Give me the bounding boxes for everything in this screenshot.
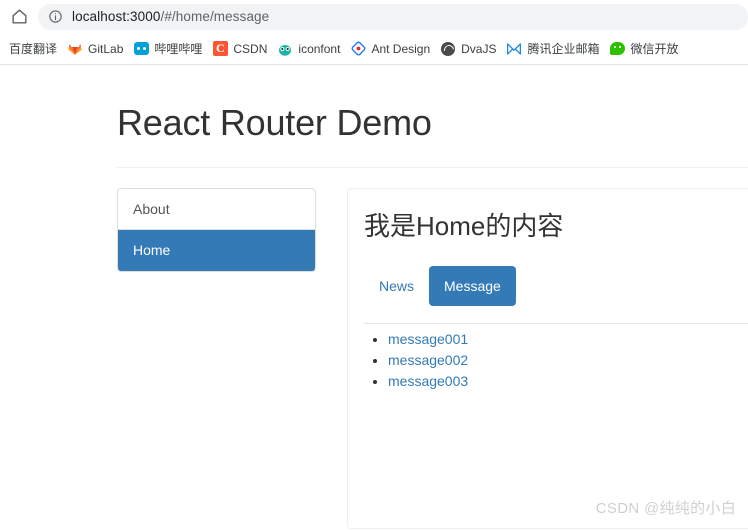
page-title: React Router Demo [117,102,432,143]
csdn-icon: C [212,41,228,57]
iconfont-icon [277,41,293,57]
sidebar-nav: About Home [117,188,316,272]
bookmark-ant-design[interactable]: Ant Design [345,37,435,60]
bookmark-label: 腾讯企业邮箱 [527,42,600,56]
list-divider [364,323,748,324]
tab-message[interactable]: Message [429,266,516,306]
sidebar-item-about[interactable]: About [118,189,315,230]
dvajs-icon [440,41,456,57]
tab-news[interactable]: News [364,266,429,306]
url-text: localhost:3000/#/home/message [72,9,269,24]
message-list: message001 message002 message003 [364,329,468,392]
tencent-exmail-icon [506,41,522,57]
url-host: localhost:3000 [72,9,161,24]
bookmark-csdn[interactable]: C CSDN [207,37,272,60]
bookmark-iconfont[interactable]: iconfont [272,37,345,60]
bookmark-label: 哔哩哔哩 [154,42,203,56]
message-link-003[interactable]: message003 [388,373,468,389]
title-divider [117,167,748,168]
content-panel: 我是Home的内容 News Message message001 messag… [347,188,748,529]
bookmark-label: CSDN [233,41,268,56]
ant-design-icon [350,41,366,57]
bookmark-dvajs[interactable]: DvaJS [435,37,501,60]
bookmark-tencent-exmail[interactable]: 腾讯企业邮箱 [501,37,604,60]
wechat-icon [610,41,626,57]
bookmarks-bar: 百度翻译 GitLab 哔哩哔哩 C CSDN iconfont Ant Des… [0,33,748,64]
address-bar[interactable]: localhost:3000/#/home/message [38,3,748,30]
home-icon[interactable] [6,4,32,30]
bookmark-label: 百度翻译 [9,42,58,56]
csdn-watermark: CSDN @纯纯的小白 [595,500,736,517]
list-item: message001 [388,329,468,350]
message-link-001[interactable]: message001 [388,331,468,347]
page-content: React Router Demo About Home 我是Home的内容 N… [0,65,748,530]
bookmark-label: DvaJS [461,41,497,56]
bookmark-bilibili[interactable]: 哔哩哔哩 [128,37,207,60]
bookmark-label: GitLab [88,41,124,56]
url-path: /#/home/message [160,9,270,24]
content-heading: 我是Home的内容 [364,211,564,241]
message-link-002[interactable]: message002 [388,352,468,368]
browser-chrome: localhost:3000/#/home/message 百度翻译 GitLa… [0,0,748,65]
sidebar-item-home[interactable]: Home [118,230,315,271]
bookmark-label: iconfont [298,41,341,56]
list-item: message002 [388,350,468,371]
list-item: message003 [388,371,468,392]
bookmark-gitlab[interactable]: GitLab [62,37,128,60]
bilibili-icon [133,41,149,57]
content-tabs: News Message [364,266,516,306]
bookmark-wechat-open[interactable]: 微信开放 [605,37,684,60]
gitlab-icon [67,41,83,57]
browser-toolbar: localhost:3000/#/home/message [0,0,748,33]
bookmark-label: Ant Design [371,41,431,56]
info-icon[interactable] [48,9,63,24]
bookmark-label: 微信开放 [630,42,679,56]
bookmark-baidu-fanyi[interactable]: 百度翻译 [4,37,62,60]
